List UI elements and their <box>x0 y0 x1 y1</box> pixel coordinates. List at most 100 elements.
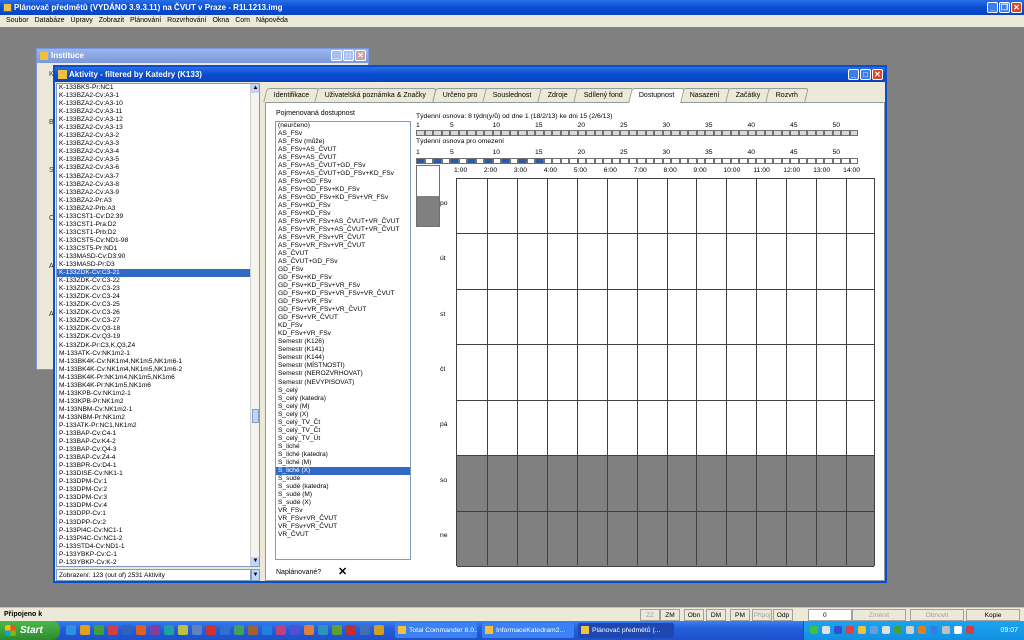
week-cell[interactable] <box>790 130 799 136</box>
status-button[interactable]: PM <box>730 609 750 621</box>
week-cell[interactable] <box>747 130 756 136</box>
week-cell[interactable] <box>662 130 671 136</box>
maximize-icon[interactable]: □ <box>860 69 871 80</box>
quick-launch-icon[interactable] <box>178 625 188 635</box>
week-cell[interactable] <box>841 158 850 164</box>
list-item[interactable]: P-133DPM-Cv:1 <box>57 478 259 486</box>
quick-launch-icon[interactable] <box>164 625 174 635</box>
list-item[interactable]: P-133STD4-Cv:ND1-1 <box>57 543 259 551</box>
week-cell[interactable] <box>441 130 450 136</box>
list-item[interactable]: P-133BAP-Cv:K4-2 <box>57 438 259 446</box>
week-cell[interactable] <box>594 158 603 164</box>
status-button[interactable]: Připoj <box>752 609 772 621</box>
list-item[interactable]: VR_FSv <box>276 507 410 515</box>
week-cell[interactable] <box>790 158 799 164</box>
week-cell[interactable] <box>679 158 688 164</box>
week-cell[interactable] <box>424 130 433 136</box>
list-item[interactable]: K-133ZDK-Cv:C3-26 <box>57 309 259 317</box>
list-item[interactable]: P-133YBKP-Cv:C-1 <box>57 551 259 559</box>
week-cell[interactable] <box>773 158 782 164</box>
list-item[interactable]: K-133BZA2-Cv:A3-12 <box>57 116 259 124</box>
list-item[interactable]: K-133BZA2-Cv:A3-2 <box>57 132 259 140</box>
list-item[interactable]: AS_FSv+VR_FSv+AS_ČVUT+VR_ČVUT <box>276 218 410 226</box>
list-item[interactable]: K-133ZDK-Cv:C3-21 <box>57 269 259 278</box>
list-item[interactable]: GD_FSv+KD_FSv <box>276 274 410 282</box>
week-cell[interactable] <box>756 158 765 164</box>
tab-item[interactable]: Začátky <box>724 88 771 102</box>
list-item[interactable]: P-133YBKP-Cv:K-2 <box>57 559 259 566</box>
quick-launch-icon[interactable] <box>318 625 328 635</box>
tray-icon[interactable] <box>966 626 974 634</box>
week-cell[interactable] <box>603 158 612 164</box>
list-item[interactable]: K-133BZA2-Cv:A3-5 <box>57 156 259 164</box>
tray-icon[interactable] <box>954 626 962 634</box>
close-icon[interactable]: ✕ <box>872 69 883 80</box>
week-cell[interactable] <box>416 158 425 164</box>
day-row[interactable] <box>457 401 874 457</box>
week-cell[interactable] <box>501 130 510 136</box>
week-cell[interactable] <box>654 158 663 164</box>
list-item[interactable]: K-133BZA2-Cv:A3-7 <box>57 173 259 181</box>
week-cell[interactable] <box>603 130 612 136</box>
tab-item[interactable]: Rozvrh <box>765 88 809 102</box>
list-item[interactable]: K-133BZA2-Cv:A3-1 <box>57 92 259 100</box>
list-item[interactable]: P-133BAP-Cv:Q4-3 <box>57 446 259 454</box>
week-cell[interactable] <box>526 158 535 164</box>
week-cell[interactable] <box>671 130 680 136</box>
week-cell[interactable] <box>424 158 433 164</box>
menu-item[interactable]: Plánování <box>127 15 164 27</box>
day-row[interactable] <box>457 345 874 401</box>
list-item[interactable]: AS_FSv+AS_ČVUT <box>276 146 410 154</box>
main-title-bar[interactable]: Plánovač předmětů (VYDÁNO 3.9.3.11) na Č… <box>0 0 1024 15</box>
list-item[interactable]: M-133KPB-Cv:NK1m2-1 <box>57 390 259 398</box>
day-row[interactable] <box>457 290 874 346</box>
day-row[interactable] <box>457 456 874 512</box>
week-cell[interactable] <box>611 130 620 136</box>
list-item[interactable]: K-133CST5-Pr:ND1 <box>57 245 259 253</box>
menu-item[interactable]: Zobrazit <box>96 15 127 27</box>
week-cell[interactable] <box>807 130 816 136</box>
week-cell[interactable] <box>637 130 646 136</box>
activity-list[interactable]: K-133BKS-Pr:NC1 K-133BZA2-Cv:A3-1 K-133BZA… <box>56 83 260 567</box>
list-item[interactable]: GD_FSv+VR_ČVUT <box>276 314 410 322</box>
day-row[interactable] <box>457 179 874 235</box>
week-cell[interactable] <box>662 158 671 164</box>
list-item[interactable]: K-133ZDK-Cv:C3-24 <box>57 293 259 301</box>
start-button[interactable]: Start <box>0 621 60 640</box>
counter-field[interactable]: 0 <box>808 609 852 621</box>
week-cell[interactable] <box>756 130 765 136</box>
scheduled-toggle[interactable]: ✕ <box>338 565 347 578</box>
week-cell[interactable] <box>577 130 586 136</box>
week-cell[interactable] <box>815 158 824 164</box>
list-item[interactable]: K-133BZA2-Cv:A3-4 <box>57 148 259 156</box>
list-item[interactable]: M-133BK4K-Pr:NK1m5,NK1m6 <box>57 382 259 390</box>
week-cell[interactable] <box>492 130 501 136</box>
list-item[interactable]: K-133BZA2-Cv:A3-11 <box>57 108 259 116</box>
tray-icon[interactable] <box>846 626 854 634</box>
menu-item[interactable]: Úpravy <box>68 15 96 27</box>
list-item[interactable]: M-133BK4K-Cv:NK1m4,NK1m5,NK1m6-2 <box>57 366 259 374</box>
tray-icon[interactable] <box>918 626 926 634</box>
week-cell[interactable] <box>654 130 663 136</box>
list-item[interactable]: AS_FSv+KD_FSv <box>276 202 410 210</box>
week-pattern-bar[interactable] <box>416 130 858 136</box>
week-cell[interactable] <box>475 130 484 136</box>
week-cell[interactable] <box>543 158 552 164</box>
week-cell[interactable] <box>518 130 527 136</box>
quick-launch-icon[interactable] <box>290 625 300 635</box>
minimize-icon[interactable]: _ <box>848 69 859 80</box>
quick-launch-icon[interactable] <box>262 625 272 635</box>
week-cell[interactable] <box>611 158 620 164</box>
list-item[interactable]: M-133NBM-Cv:NK1m2-1 <box>57 406 259 414</box>
week-constraint-bar[interactable] <box>416 158 858 164</box>
week-cell[interactable] <box>739 158 748 164</box>
list-item[interactable]: K-133ZDK-Cv:C3-25 <box>57 301 259 309</box>
week-cell[interactable] <box>773 130 782 136</box>
quick-launch-icon[interactable] <box>346 625 356 635</box>
week-cell[interactable] <box>518 158 527 164</box>
week-cell[interactable] <box>705 130 714 136</box>
list-item[interactable]: P-133DISE-Cv:NK1-1 <box>57 470 259 478</box>
quick-launch-icon[interactable] <box>374 625 384 635</box>
tray-icon[interactable] <box>858 626 866 634</box>
named-availability-list[interactable]: (neurčeno) AS_FSv AS_FSv (může) AS_FSv+AS_Č… <box>275 121 411 560</box>
